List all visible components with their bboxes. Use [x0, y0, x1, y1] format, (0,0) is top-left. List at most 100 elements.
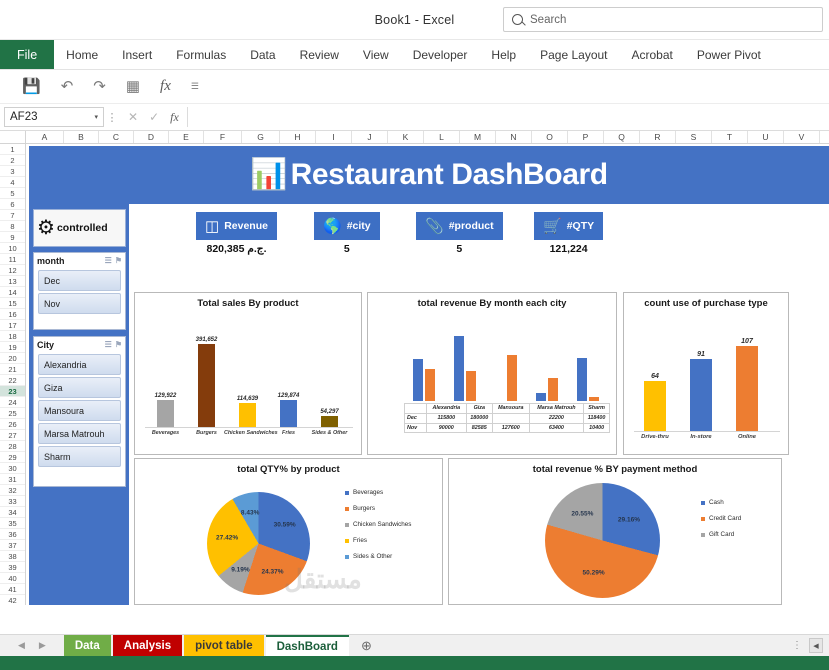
- column-header-T[interactable]: T: [712, 131, 748, 143]
- row-header-21[interactable]: 21: [0, 364, 25, 375]
- row-header-31[interactable]: 31: [0, 474, 25, 485]
- row-header-11[interactable]: 11: [0, 254, 25, 265]
- ribbon-tab-home[interactable]: Home: [54, 40, 110, 69]
- insert-function-icon[interactable]: fx: [170, 110, 179, 125]
- row-header-16[interactable]: 16: [0, 309, 25, 320]
- column-header-B[interactable]: B: [64, 131, 99, 143]
- column-header-K[interactable]: K: [388, 131, 424, 143]
- ribbon-tab-data[interactable]: Data: [238, 40, 287, 69]
- cancel-icon[interactable]: ✕: [128, 110, 138, 124]
- column-header-Q[interactable]: Q: [604, 131, 640, 143]
- row-header-3[interactable]: 3: [0, 166, 25, 177]
- slicer-item-sharm[interactable]: Sharm: [38, 446, 121, 467]
- save-icon[interactable]: 💾: [22, 79, 41, 94]
- row-header-35[interactable]: 35: [0, 518, 25, 529]
- ribbon-tab-review[interactable]: Review: [288, 40, 351, 69]
- column-header-U[interactable]: U: [748, 131, 784, 143]
- chart-revenue-by-month-city[interactable]: total revenue By month each city Alexand…: [367, 292, 617, 455]
- previous-sheet-icon[interactable]: ◀: [18, 640, 25, 651]
- row-header-25[interactable]: 25: [0, 408, 25, 419]
- row-header-38[interactable]: 38: [0, 551, 25, 562]
- row-header-20[interactable]: 20: [0, 353, 25, 364]
- row-header-6[interactable]: 6: [0, 199, 25, 210]
- ribbon-tab-power-pivot[interactable]: Power Pivot: [685, 40, 773, 69]
- row-header-4[interactable]: 4: [0, 177, 25, 188]
- column-header-A[interactable]: A: [26, 131, 64, 143]
- column-header-N[interactable]: N: [496, 131, 532, 143]
- column-header-D[interactable]: D: [134, 131, 169, 143]
- chart-qty-percent-by-product[interactable]: total QTY% by product 30.59% 24.37% 9.19% 2…: [134, 458, 443, 605]
- search-box[interactable]: Search: [503, 7, 823, 32]
- ribbon-tab-developer[interactable]: Developer: [401, 40, 480, 69]
- kpi-card-product[interactable]: 📎 #product 5: [416, 212, 503, 255]
- add-sheet-icon[interactable]: ⊕: [351, 635, 382, 656]
- customize-qat-icon[interactable]: ☰: [191, 82, 199, 91]
- next-sheet-icon[interactable]: ▶: [39, 640, 46, 651]
- row-header-24[interactable]: 24: [0, 397, 25, 408]
- column-header-M[interactable]: M: [460, 131, 496, 143]
- slicer-item-marsa-matrouh[interactable]: Marsa Matrouh: [38, 423, 121, 444]
- column-header-J[interactable]: J: [352, 131, 388, 143]
- scroll-left-button[interactable]: ◀: [809, 638, 823, 653]
- row-header-42[interactable]: 42: [0, 595, 25, 605]
- sheet-tab-analysis[interactable]: Analysis: [112, 635, 183, 656]
- column-header-P[interactable]: P: [568, 131, 604, 143]
- kpi-card-city[interactable]: 🌎 #city 5: [314, 212, 380, 255]
- clear-filter-icon[interactable]: ⚑: [115, 340, 122, 349]
- row-header-19[interactable]: 19: [0, 342, 25, 353]
- slicer-item-mansoura[interactable]: Mansoura: [38, 400, 121, 421]
- confirm-icon[interactable]: ✓: [149, 110, 159, 124]
- kpi-card-qty[interactable]: 🛒 #QTY 121,224: [534, 212, 604, 255]
- ribbon-tab-page-layout[interactable]: Page Layout: [528, 40, 619, 69]
- column-header-O[interactable]: O: [532, 131, 568, 143]
- row-header-23[interactable]: 23: [0, 386, 25, 397]
- sheet-tab-data[interactable]: Data: [63, 635, 111, 656]
- row-header-29[interactable]: 29: [0, 452, 25, 463]
- ribbon-tab-insert[interactable]: Insert: [110, 40, 164, 69]
- ribbon-tab-acrobat[interactable]: Acrobat: [620, 40, 685, 69]
- row-header-8[interactable]: 8: [0, 221, 25, 232]
- sheet-options-icon[interactable]: ⋮: [792, 640, 803, 651]
- row-header-15[interactable]: 15: [0, 298, 25, 309]
- multi-select-icon[interactable]: ☰: [105, 340, 112, 349]
- redo-icon[interactable]: ↷: [93, 79, 106, 94]
- row-header-39[interactable]: 39: [0, 562, 25, 573]
- chart-purchase-type-count[interactable]: count use of purchase type 64 Drive-thru 9…: [623, 292, 789, 455]
- row-header-9[interactable]: 9: [0, 232, 25, 243]
- slicer-item-alexandria[interactable]: Alexandria: [38, 354, 121, 375]
- chart-revenue-percent-by-payment[interactable]: total revenue % BY payment method 29.16%…: [448, 458, 782, 605]
- ribbon-tab-help[interactable]: Help: [479, 40, 528, 69]
- row-header-34[interactable]: 34: [0, 507, 25, 518]
- row-header-17[interactable]: 17: [0, 320, 25, 331]
- row-header-28[interactable]: 28: [0, 441, 25, 452]
- select-all-corner[interactable]: [0, 131, 26, 143]
- row-header-33[interactable]: 33: [0, 496, 25, 507]
- column-header-I[interactable]: I: [316, 131, 352, 143]
- formula-bar-options-icon[interactable]: ⋮: [104, 111, 120, 124]
- row-header-22[interactable]: 22: [0, 375, 25, 386]
- multi-select-icon[interactable]: ☰: [105, 256, 112, 265]
- row-header-7[interactable]: 7: [0, 210, 25, 221]
- column-header-G[interactable]: G: [242, 131, 280, 143]
- row-header-37[interactable]: 37: [0, 540, 25, 551]
- column-header-E[interactable]: E: [169, 131, 204, 143]
- chevron-down-icon[interactable]: ▾: [94, 113, 98, 121]
- row-header-1[interactable]: 1: [0, 144, 25, 155]
- sheet-tab-pivot-table[interactable]: pivot table: [184, 635, 264, 656]
- column-header-S[interactable]: S: [676, 131, 712, 143]
- calculator-icon[interactable]: ▦: [126, 79, 140, 94]
- slicer-item-nov[interactable]: Nov: [38, 293, 121, 314]
- ribbon-tab-view[interactable]: View: [351, 40, 401, 69]
- formula-input[interactable]: [186, 107, 825, 127]
- undo-icon[interactable]: ↶: [61, 79, 74, 94]
- row-header-27[interactable]: 27: [0, 430, 25, 441]
- chart-total-sales-by-product[interactable]: Total sales By product 129,922 Beverages 3…: [134, 292, 362, 455]
- name-box[interactable]: AF23 ▾: [4, 107, 104, 127]
- row-header-26[interactable]: 26: [0, 419, 25, 430]
- row-header-14[interactable]: 14: [0, 287, 25, 298]
- row-header-32[interactable]: 32: [0, 485, 25, 496]
- row-header-40[interactable]: 40: [0, 573, 25, 584]
- row-header-41[interactable]: 41: [0, 584, 25, 595]
- column-header-R[interactable]: R: [640, 131, 676, 143]
- row-header-18[interactable]: 18: [0, 331, 25, 342]
